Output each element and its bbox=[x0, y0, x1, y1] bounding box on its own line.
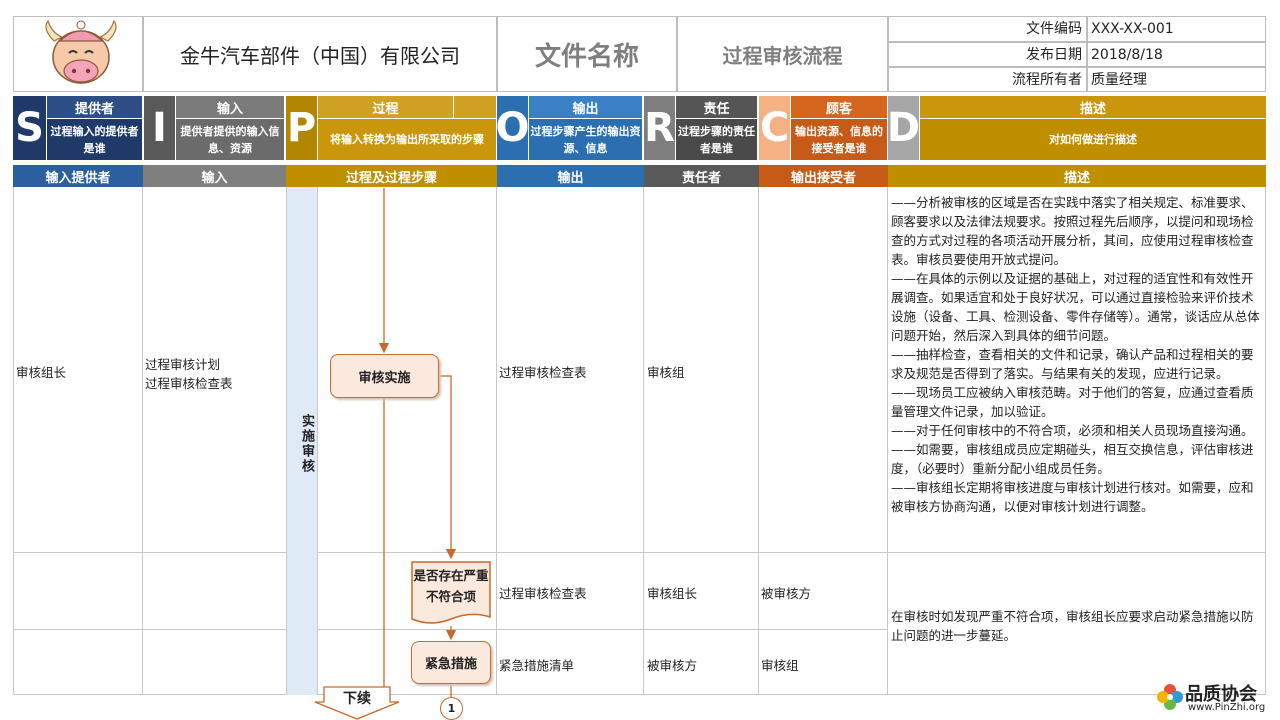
flower-logo-icon bbox=[1157, 684, 1183, 710]
flow-connectors bbox=[378, 188, 457, 697]
pinzhi-logo: 品质协会 www.PinZhi.org bbox=[1155, 680, 1275, 716]
page-connector: 1 bbox=[440, 697, 463, 720]
step-emergency-measures: 紧急措施 bbox=[411, 641, 491, 684]
logo-url: www.PinZhi.org bbox=[1188, 702, 1266, 713]
step-audit-implementation: 审核实施 bbox=[330, 354, 439, 398]
arrow-audit-to-decision bbox=[438, 375, 457, 560]
step-major-nc-decision: 是否存在严重不符合项 bbox=[411, 561, 491, 627]
continue-label: 下续 bbox=[343, 691, 371, 707]
